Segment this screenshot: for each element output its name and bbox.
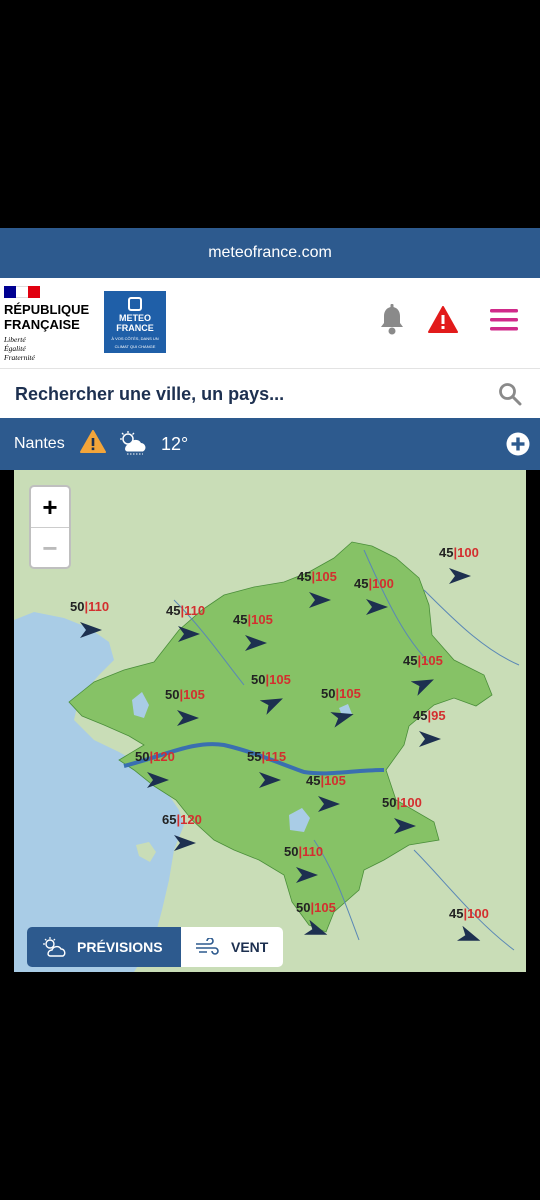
wind-marker[interactable]: 50|100 — [382, 794, 452, 834]
wind-label: 45|105 — [233, 612, 273, 627]
warning-icon[interactable] — [428, 306, 458, 339]
wind-marker[interactable]: 45|100 — [449, 905, 519, 945]
bell-icon[interactable] — [378, 304, 406, 341]
search-icon[interactable] — [498, 382, 522, 411]
wind-arrow-icon — [147, 772, 169, 788]
wind-map[interactable]: + − 45|100 45|105 45|100 50|110 45|110 4… — [14, 470, 526, 972]
wind-marker[interactable]: 50|110 — [70, 598, 140, 638]
wind-arrow-icon — [456, 925, 481, 941]
wind-arrow-icon — [449, 568, 471, 584]
wind-marker[interactable]: 45|100 — [354, 575, 424, 615]
wind-arrow-icon — [330, 712, 354, 728]
french-flag-logo — [4, 286, 40, 298]
wind-label: 50|100 — [382, 795, 422, 810]
vent-button[interactable]: VENT — [181, 927, 283, 967]
wind-label: 65|120 — [162, 812, 202, 827]
menu-icon[interactable] — [490, 308, 518, 337]
motto-egalite: Égalité — [4, 344, 26, 353]
motto: Liberté Égalité Fraternité — [4, 335, 35, 362]
wind-arrow-icon — [245, 635, 267, 651]
wind-arrow-icon — [419, 731, 441, 747]
cloud-sun-icon — [43, 937, 66, 957]
wind-label: 50|120 — [135, 749, 175, 764]
wind-label: 50|105 — [296, 900, 336, 915]
meteo-france-logo[interactable]: METEO FRANCE À VOS CÔTÉS, DANS UN CLIMAT… — [104, 291, 166, 353]
wind-label: 45|100 — [449, 906, 489, 921]
wind-label: 50|105 — [321, 686, 361, 701]
zoom-controls: + − — [29, 485, 71, 569]
zoom-out-button[interactable]: − — [31, 528, 69, 567]
wind-marker[interactable]: 50|105 — [165, 686, 235, 726]
wind-marker[interactable]: 50|110 — [284, 843, 354, 883]
previsions-button[interactable]: PRÉVISIONS — [27, 927, 181, 967]
wind-arrow-icon — [318, 796, 340, 812]
wind-label: 45|105 — [306, 773, 346, 788]
add-icon[interactable] — [506, 432, 530, 461]
wind-arrow-icon — [394, 818, 416, 834]
wind-arrow-icon — [259, 772, 281, 788]
wind-arrow-icon — [303, 919, 328, 935]
wind-label: 50|105 — [165, 687, 205, 702]
republique-francaise-logo[interactable]: RÉPUBLIQUE FRANÇAISE — [4, 302, 89, 332]
logo-tagline2: CLIMAT QUI CHANGE — [114, 344, 156, 349]
logo-line1: METEO — [118, 313, 151, 323]
wind-marker[interactable]: 50|120 — [135, 748, 205, 788]
wind-arrow-icon — [174, 835, 196, 851]
browser-url-bar[interactable]: meteofrance.com — [0, 228, 540, 278]
url-text: meteofrance.com — [208, 244, 332, 261]
wind-marker[interactable]: 65|120 — [162, 811, 232, 851]
wind-marker[interactable]: 45|110 — [166, 602, 236, 642]
wind-label: 55|115 — [247, 749, 287, 764]
wind-label: 45|110 — [166, 603, 206, 618]
motto-liberte: Liberté — [4, 335, 26, 344]
wind-marker[interactable]: 50|105 — [321, 685, 391, 728]
wind-marker[interactable]: 45|105 — [403, 652, 473, 696]
republique-text: RÉPUBLIQUE — [4, 302, 90, 317]
temperature: 12° — [161, 434, 189, 454]
wind-marker[interactable]: 45|105 — [233, 611, 303, 651]
city-name[interactable]: Nantes — [14, 435, 65, 453]
search-input[interactable]: Rechercher une ville, un pays... — [15, 384, 284, 405]
wind-label: 45|100 — [439, 545, 479, 560]
previsions-label: PRÉVISIONS — [77, 939, 163, 955]
wind-label: 45|105 — [297, 569, 337, 584]
wind-label: 45|100 — [354, 576, 394, 591]
site-header: RÉPUBLIQUE FRANÇAISE Liberté Égalité Fra… — [0, 278, 540, 368]
wind-marker[interactable]: 45|95 — [413, 707, 483, 747]
francaise-text: FRANÇAISE — [4, 317, 80, 332]
logo-line2: FRANCE — [116, 323, 154, 333]
wind-arrow-icon — [366, 599, 388, 615]
motto-fraternite: Fraternité — [4, 353, 35, 362]
map-mode-toggle: PRÉVISIONS VENT — [27, 927, 283, 967]
wind-arrow-icon — [80, 622, 102, 638]
search-bar[interactable]: Rechercher une ville, un pays... — [0, 368, 540, 419]
wind-marker[interactable]: 45|100 — [439, 544, 509, 584]
wind-icon — [196, 938, 219, 955]
wind-marker[interactable]: 45|105 — [306, 772, 376, 812]
meteo-france-emblem-icon — [128, 297, 142, 311]
city-weather-bar[interactable]: Nantes 12° — [0, 418, 540, 470]
cloud-sun-icon — [116, 430, 152, 461]
wind-arrow-icon — [309, 592, 331, 608]
zoom-in-button[interactable]: + — [31, 487, 69, 528]
wind-label: 45|95 — [413, 708, 446, 723]
wind-label: 50|105 — [251, 672, 291, 687]
wind-marker[interactable]: 50|105 — [296, 899, 366, 939]
warning-icon[interactable] — [80, 430, 106, 459]
wind-label: 50|110 — [284, 844, 324, 859]
wind-marker[interactable]: 50|105 — [251, 671, 321, 715]
wind-label: 45|105 — [403, 653, 443, 668]
logo-tagline1: À VOS CÔTÉS, DANS UN — [111, 336, 159, 341]
wind-arrow-icon — [296, 867, 318, 883]
wind-arrow-icon — [178, 626, 200, 642]
wind-label: 50|110 — [70, 599, 110, 614]
wind-arrow-icon — [177, 710, 199, 726]
vent-label: VENT — [231, 939, 269, 955]
